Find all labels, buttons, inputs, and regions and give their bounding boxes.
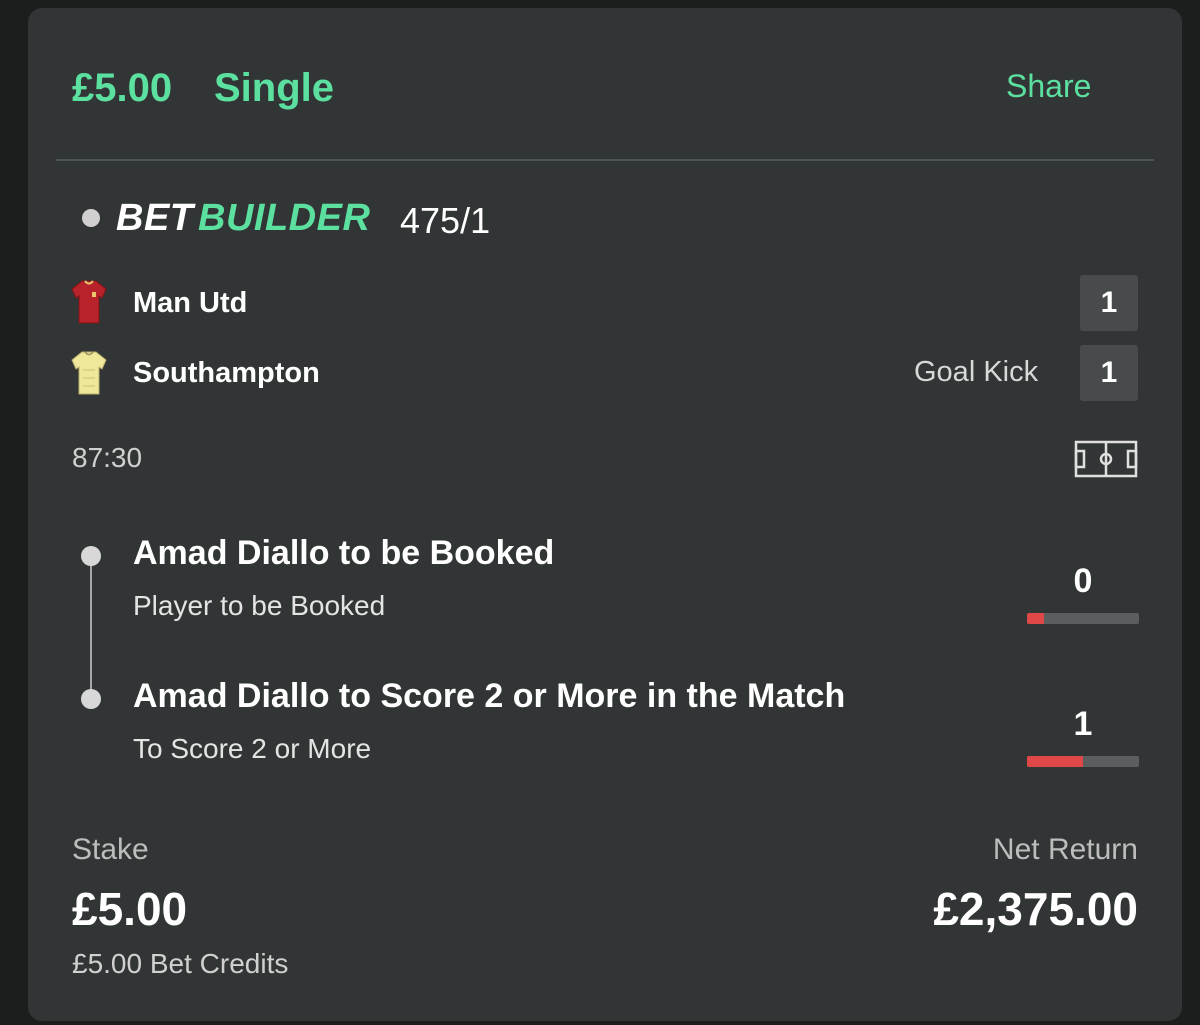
stake-value: £5.00 [72, 883, 188, 935]
bet-odds: 475/1 [400, 200, 491, 241]
selection-dot [81, 689, 101, 709]
selection-progress-fill [1027, 613, 1044, 624]
match-event-status: Goal Kick [914, 356, 1039, 388]
bet-amount: £5.00 [72, 66, 173, 110]
away-team-name: Southampton [133, 357, 320, 389]
selection-title: Amad Diallo to be Booked [133, 534, 555, 572]
match-clock: 87:30 [72, 442, 143, 473]
selection-progress-value: 0 [1073, 562, 1093, 600]
share-button[interactable]: Share [1006, 68, 1091, 105]
bet-card: £5.00 Single Share BET BUILDER 475/1 Man… [28, 8, 1182, 1021]
selection-progress-value: 1 [1073, 705, 1093, 743]
selection-progress-bar [1027, 756, 1139, 767]
bet-builder-dot [82, 209, 100, 227]
net-return-label: Net Return [992, 833, 1138, 866]
bet-credits: £5.00 Bet Credits [72, 948, 289, 979]
home-score: 1 [1080, 275, 1138, 331]
red-shirt-icon [70, 279, 108, 330]
pitch-icon[interactable] [1074, 440, 1138, 483]
selection-dot [81, 546, 101, 566]
selection-timeline-line [90, 556, 92, 700]
selection-market: Player to be Booked [133, 590, 386, 621]
selection-progress-fill [1027, 756, 1083, 767]
selection-progress-bar [1027, 613, 1139, 624]
bet-builder-logo-builder: BUILDER [198, 197, 371, 239]
bet-builder-logo-bet: BET [116, 197, 194, 239]
selection-title: Amad Diallo to Score 2 or More in the Ma… [133, 677, 846, 715]
stake-label: Stake [72, 833, 149, 866]
bet-type: Single [214, 66, 335, 110]
selection-market: To Score 2 or More [133, 733, 372, 764]
net-return-value: £2,375.00 [933, 883, 1138, 935]
away-score: 1 [1080, 345, 1138, 401]
header-divider [56, 159, 1154, 161]
home-team-name: Man Utd [133, 287, 248, 319]
yellow-shirt-icon [70, 350, 108, 401]
